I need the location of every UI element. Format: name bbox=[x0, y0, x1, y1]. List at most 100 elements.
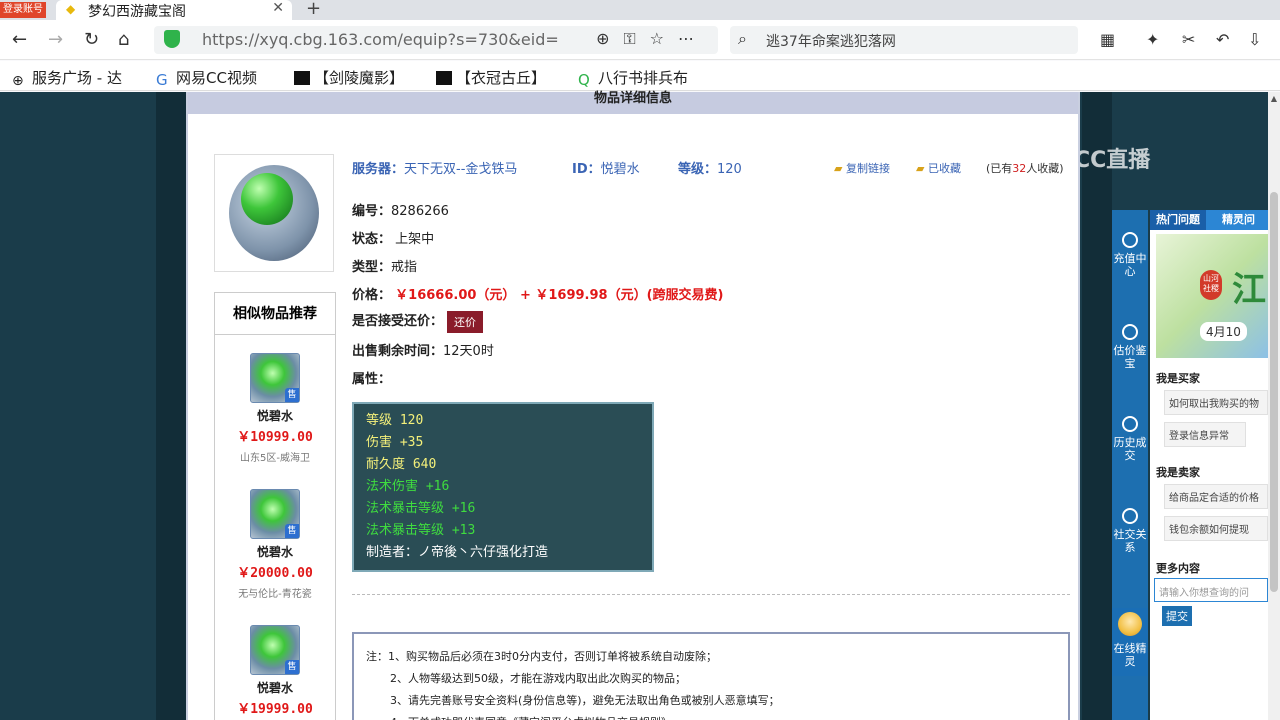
bookmark-item[interactable]: 【衣冠古丘】 bbox=[436, 67, 546, 88]
reload-icon[interactable]: ↻ bbox=[84, 29, 99, 50]
notice-line: 3、请先完善账号安全资料(身份信息等)，避免无法取出角色或被别人恶意填写； bbox=[390, 694, 780, 707]
social-button[interactable]: 社交关系 bbox=[1112, 508, 1148, 554]
faq-item[interactable]: 登录信息异常 bbox=[1164, 422, 1246, 447]
undo-icon[interactable]: ↶ bbox=[1216, 30, 1229, 49]
history-deals-button[interactable]: 历史成交 bbox=[1112, 416, 1148, 462]
similar-item[interactable]: 售 悦碧水 ￥19999.00 bbox=[215, 625, 335, 717]
divider bbox=[352, 594, 1070, 595]
recharge-center-button[interactable]: 充值中心 bbox=[1112, 232, 1148, 278]
price-row: 价格： ￥16666.00（元） + ￥1699.98（元）(跨服交易费) bbox=[352, 288, 724, 303]
purchase-notice: 注：1、购买物品后必须在3时0分内支付，否则订单将被系统自动废除； 2、人物等级… bbox=[352, 632, 1070, 720]
bargain-row: 是否接受还价： 还价 bbox=[352, 310, 484, 333]
attribute-box: 等级 120 伤害 +35 耐久度 640 法术伤害 +16 法术暴击等级 +1… bbox=[352, 402, 654, 572]
bookmarks-bar: ⊕ 服务广场 - 达 G 网易CC视频 【剑陵魔影】 【衣冠古丘】 Q 八行书排兵布 bbox=[0, 61, 1280, 91]
faq-item[interactable]: 钱包余额如何提现 bbox=[1164, 516, 1268, 541]
similar-item-name[interactable]: 悦碧水 bbox=[215, 407, 335, 424]
search-text[interactable]: 逃37年命案逃犯落网 bbox=[766, 31, 896, 51]
globe-icon: ⊕ bbox=[12, 73, 24, 89]
banner-date: 4月10 bbox=[1200, 322, 1247, 341]
sale-tag: 售 bbox=[285, 524, 299, 538]
server-value: 天下无双--金戈铁马 bbox=[404, 162, 518, 177]
similar-item-server: 山东5区-威海卫 bbox=[240, 453, 310, 464]
server-label: 服务器： bbox=[352, 162, 405, 177]
attr-line: 法术暴击等级 +13 bbox=[366, 523, 476, 538]
tab-hot-questions[interactable]: 热门问题 bbox=[1150, 210, 1206, 230]
back-icon[interactable]: ← bbox=[12, 29, 27, 50]
faq-item[interactable]: 给商品定合适的价格 bbox=[1164, 484, 1268, 509]
faq-item[interactable]: 如何取出我购买的物 bbox=[1164, 390, 1268, 415]
extension-icon[interactable]: ✦ bbox=[1146, 30, 1159, 49]
time-left-value: 12天0时 bbox=[443, 344, 494, 359]
bookmark-item[interactable]: Q 八行书排兵布 bbox=[578, 67, 688, 89]
ring-thumbnail[interactable]: 售 bbox=[250, 353, 300, 403]
copy-link-button[interactable]: ▰ 复制链接 bbox=[834, 160, 890, 176]
promo-banner[interactable]: 山河社稷 江 4月10 bbox=[1156, 234, 1268, 358]
forward-icon[interactable]: → bbox=[48, 29, 63, 50]
cc-icon: G bbox=[156, 71, 168, 89]
similar-item-name[interactable]: 悦碧水 bbox=[215, 543, 335, 560]
question-input[interactable]: 请输入你想查询的问 bbox=[1154, 578, 1268, 602]
apps-grid-icon[interactable]: ▦ bbox=[1100, 30, 1115, 49]
zoom-key-star-more-icons[interactable]: ⊕⚿☆⋯ bbox=[596, 29, 708, 49]
shield-icon bbox=[164, 30, 180, 48]
home-icon[interactable]: ⌂ bbox=[118, 29, 129, 50]
attr-line: 法术伤害 +16 bbox=[366, 479, 450, 494]
serial-row: 编号：8286266 bbox=[352, 204, 449, 219]
item-image bbox=[214, 154, 334, 272]
people-icon bbox=[1122, 508, 1138, 524]
similar-item-server: 无与伦比-青花瓷 bbox=[238, 589, 312, 600]
status-value: 上架中 bbox=[395, 232, 435, 247]
scissors-icon[interactable]: ✂ bbox=[1182, 30, 1195, 49]
bookmark-item[interactable]: 【剑陵魔影】 bbox=[294, 67, 404, 88]
right-gutter bbox=[1082, 92, 1112, 720]
help-tabs: 热门问题 精灵问答 bbox=[1150, 210, 1268, 246]
notice-line: 注：1、购买物品后必须在3时0分内支付，否则订单将被系统自动废除； bbox=[366, 650, 717, 663]
similar-item[interactable]: 售 悦碧水 ￥10999.00 山东5区-威海卫 bbox=[215, 353, 335, 464]
favorite-button[interactable]: ▰ 已收藏 bbox=[916, 160, 961, 176]
more-header: 更多内容 bbox=[1156, 562, 1200, 575]
similar-item-name[interactable]: 悦碧水 bbox=[215, 679, 335, 696]
online-assistant-button[interactable]: 在线精灵 bbox=[1112, 608, 1148, 676]
id-value: 悦碧水 bbox=[600, 162, 640, 177]
url-text[interactable]: https://xyq.cbg.163.com/equip?s=730&eid= bbox=[202, 30, 559, 49]
level-value: 120 bbox=[717, 162, 742, 177]
id-label: ID： bbox=[572, 162, 601, 177]
bookmark-item[interactable]: G 网易CC视频 bbox=[156, 67, 257, 89]
favicon-icon: ◆ bbox=[66, 2, 76, 16]
tab-title: 梦幻西游藏宝阁 bbox=[88, 4, 186, 20]
scroll-up-icon[interactable]: ▲ bbox=[1268, 94, 1280, 103]
watermark: CC直播 bbox=[1074, 148, 1151, 173]
scrollbar[interactable]: ▲ bbox=[1268, 92, 1280, 720]
appraisal-button[interactable]: 估价鉴宝 bbox=[1112, 324, 1148, 370]
check-icon bbox=[1122, 416, 1138, 432]
similar-item[interactable]: 售 悦碧水 ￥20000.00 无与伦比-青花瓷 bbox=[215, 489, 335, 600]
serial-value: 8286266 bbox=[391, 204, 449, 219]
tab-assistant-qa[interactable]: 精灵问答 bbox=[1216, 210, 1268, 246]
address-bar: ← → ↻ ⌂ https://xyq.cbg.163.com/equip?s=… bbox=[0, 20, 1280, 60]
buyer-header: 我是买家 bbox=[1156, 372, 1200, 385]
scroll-thumb[interactable] bbox=[1270, 192, 1278, 592]
type-row: 类型：戒指 bbox=[352, 260, 418, 275]
notice-line: 4、下单成功即代表同意《藏宝阁平台虚拟物品交易规则》 bbox=[366, 712, 1068, 720]
close-icon[interactable]: ✕ bbox=[272, 0, 284, 16]
wallet-icon bbox=[1122, 232, 1138, 248]
bookmark-item[interactable]: ⊕ 服务广场 - 达 bbox=[12, 67, 122, 89]
search-icon: ⌕ bbox=[738, 29, 747, 48]
dashen-icon bbox=[294, 71, 310, 85]
search-input[interactable]: ⌕ 逃37年命案逃犯落网 bbox=[730, 26, 1078, 54]
download-icon[interactable]: ⇩ bbox=[1248, 30, 1261, 49]
login-badge[interactable]: 登录账号 bbox=[0, 2, 46, 18]
item-detail-panel: 物品详细信息 服务器：天下无双--金戈铁马 ID：悦碧水 等级：120 ▰ 复制… bbox=[186, 92, 1080, 720]
bargain-button[interactable]: 还价 bbox=[447, 310, 484, 333]
similar-item-price: ￥20000.00 bbox=[237, 566, 313, 581]
ring-thumbnail[interactable]: 售 bbox=[250, 489, 300, 539]
new-tab-icon[interactable]: + bbox=[306, 0, 321, 19]
page-area: CC直播 物品详细信息 服务器：天下无双--金戈铁马 ID：悦碧水 等级：120… bbox=[0, 92, 1280, 720]
url-field[interactable]: https://xyq.cbg.163.com/equip?s=730&eid=… bbox=[154, 26, 718, 54]
appraise-icon bbox=[1122, 324, 1138, 340]
ring-thumbnail[interactable]: 售 bbox=[250, 625, 300, 675]
similar-item-price: ￥19999.00 bbox=[237, 702, 313, 717]
search-bookmark-icon: Q bbox=[578, 71, 590, 89]
browser-tab[interactable]: ◆ 梦幻西游藏宝阁 ✕ bbox=[56, 0, 292, 20]
submit-button[interactable]: 提交 bbox=[1162, 606, 1192, 626]
